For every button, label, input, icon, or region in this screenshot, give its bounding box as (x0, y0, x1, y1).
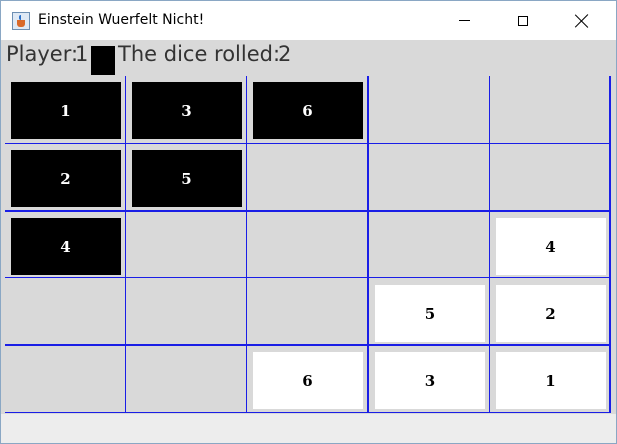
black-piece-3[interactable]: 3 (131, 82, 242, 139)
grid-line (246, 76, 247, 413)
grid-line (5, 344, 610, 346)
grid-line (125, 76, 126, 413)
close-button[interactable] (552, 1, 611, 40)
dice-label: The dice rolled: (118, 42, 281, 66)
black-piece-5[interactable]: 5 (131, 150, 242, 207)
minimize-icon (459, 20, 470, 21)
dice-value: 2 (278, 42, 292, 66)
player-color-swatch (91, 46, 115, 75)
grid-line (5, 277, 610, 278)
black-piece-1[interactable]: 1 (10, 82, 121, 139)
black-piece-6[interactable]: 6 (252, 82, 363, 139)
window-title: Einstein Wuerfelt Nicht! (38, 12, 205, 28)
grid-line (367, 76, 369, 413)
java-cup-icon[interactable] (12, 12, 30, 30)
game-panel: Player: 1 The dice rolled: 2 13625445263… (1, 40, 616, 414)
maximize-icon (517, 15, 528, 26)
grid-line (5, 143, 610, 144)
grid-line (489, 76, 490, 413)
minimize-button[interactable] (435, 1, 494, 40)
close-icon (575, 14, 589, 28)
grid-line (5, 210, 610, 212)
white-piece-2[interactable]: 2 (495, 285, 606, 342)
white-piece-4[interactable]: 4 (495, 218, 606, 275)
white-piece-5[interactable]: 5 (375, 285, 485, 342)
white-piece-6[interactable]: 6 (252, 352, 363, 409)
player-value: 1 (75, 42, 89, 66)
app-window: Einstein Wuerfelt Nicht! Player: 1 The d… (0, 0, 617, 444)
game-board[interactable]: 136254452631 (5, 76, 611, 413)
grid-line (5, 412, 610, 413)
maximize-button[interactable] (493, 1, 552, 40)
bottom-strip (1, 414, 616, 443)
white-piece-1[interactable]: 1 (495, 352, 606, 409)
grid-line (609, 76, 611, 413)
player-label: Player: (6, 42, 79, 66)
black-piece-2[interactable]: 2 (10, 150, 121, 207)
white-piece-3[interactable]: 3 (375, 352, 485, 409)
title-bar[interactable]: Einstein Wuerfelt Nicht! (1, 1, 616, 40)
black-piece-4[interactable]: 4 (10, 218, 121, 275)
